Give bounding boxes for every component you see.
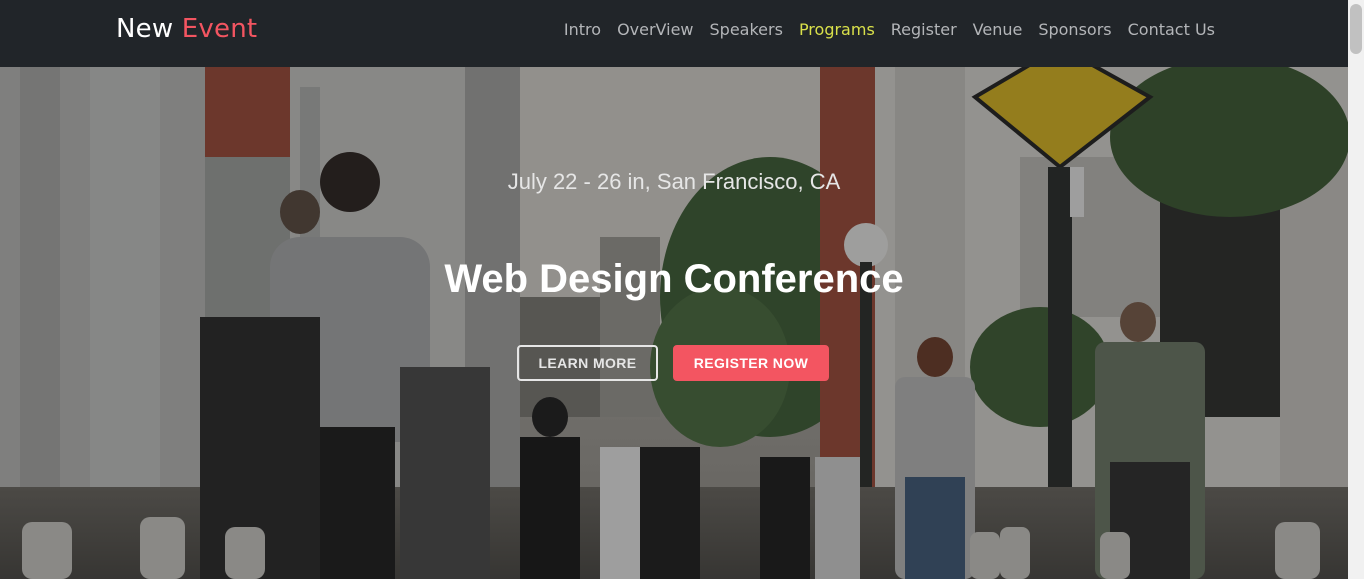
brand-second: Event <box>181 14 258 44</box>
nav-item-overview[interactable]: OverView <box>609 20 701 40</box>
brand-first: New <box>116 14 174 44</box>
page-scrollbar[interactable] <box>1348 0 1364 579</box>
hero-section: July 22 - 26 in, San Francisco, CA Web D… <box>0 67 1348 579</box>
nav-item-programs[interactable]: Programs <box>791 20 883 40</box>
nav-item-sponsors[interactable]: Sponsors <box>1030 20 1119 40</box>
register-now-button[interactable]: REGISTER NOW <box>673 345 829 381</box>
hero-date: July 22 - 26 in, San Francisco, CA <box>507 169 841 194</box>
scrollbar-thumb[interactable] <box>1350 4 1362 54</box>
nav-item-speakers[interactable]: Speakers <box>702 20 791 40</box>
nav-item-intro[interactable]: Intro <box>556 20 609 40</box>
learn-more-button[interactable]: LEARN MORE <box>517 345 658 381</box>
navbar: New Event Intro OverView Speakers Progra… <box>0 0 1348 67</box>
hero-overlay <box>0 67 1348 579</box>
main-nav: Intro OverView Speakers Programs Registe… <box>556 20 1223 40</box>
nav-item-register[interactable]: Register <box>883 20 965 40</box>
nav-item-contact-us[interactable]: Contact Us <box>1120 20 1223 40</box>
hero-title: Web Design Conference <box>444 257 904 301</box>
nav-item-venue[interactable]: Venue <box>965 20 1031 40</box>
brand-logo[interactable]: New Event <box>116 14 257 44</box>
